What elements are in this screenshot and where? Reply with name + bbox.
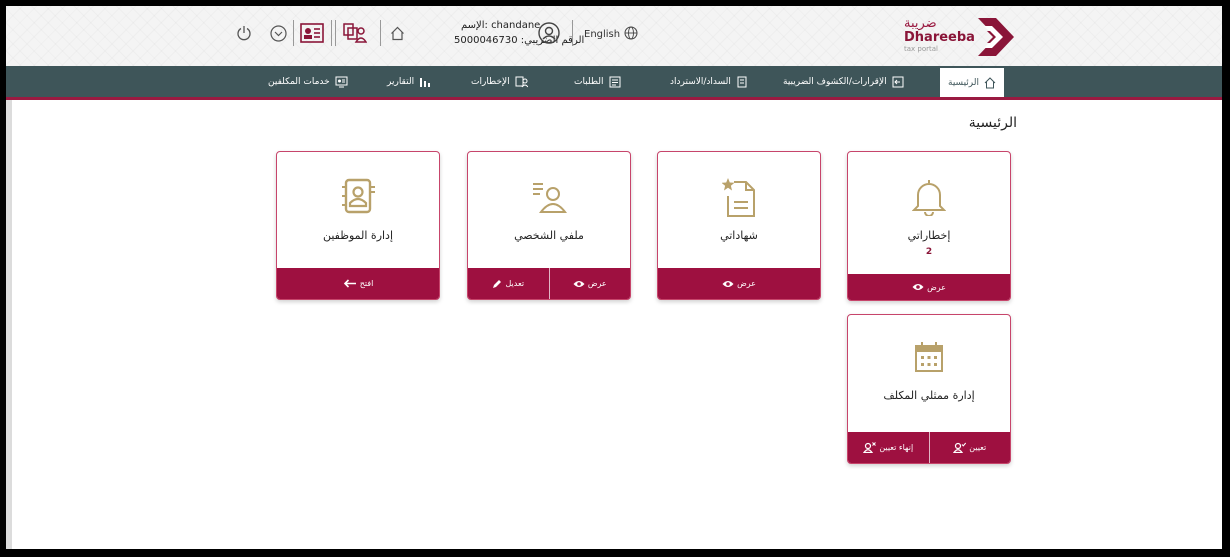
switch-user-icon[interactable] xyxy=(341,20,369,46)
language-label: English xyxy=(584,29,621,40)
chevron-down-icon[interactable] xyxy=(268,23,288,43)
card-title: إدارة الموظفين xyxy=(322,229,394,242)
end-assignment-button[interactable]: إنهاء تعيين xyxy=(848,432,929,463)
eye-icon xyxy=(722,280,734,287)
card-footer: إنهاء تعيين تعيين xyxy=(848,432,1010,463)
notifications-icon xyxy=(515,76,528,87)
eye-icon xyxy=(912,284,924,290)
view-notifications-button[interactable]: عرض xyxy=(848,274,1010,300)
divider xyxy=(331,20,332,46)
nav-item-notifications[interactable]: الإخطارات xyxy=(471,66,528,97)
remove-user-icon xyxy=(863,442,877,453)
button-label: افتح xyxy=(359,279,374,288)
calendar-icon xyxy=(848,341,1010,373)
nav-label: الطلبات xyxy=(574,76,604,87)
logo-english: Dhareeba xyxy=(904,30,975,45)
button-label: عرض xyxy=(737,279,756,288)
notification-count: 2 xyxy=(925,247,933,257)
nav-item-home[interactable]: الرئيسية xyxy=(940,68,1004,97)
user-avatar-icon[interactable] xyxy=(537,21,561,45)
nav-item-returns[interactable]: الإقرارات/الكشوف الضريبية xyxy=(783,66,904,97)
contact-card-icon[interactable] xyxy=(298,20,326,46)
card-footer: عرض xyxy=(658,268,820,299)
bell-icon xyxy=(848,178,1010,216)
button-label: إنهاء تعيين xyxy=(879,443,914,452)
nav-label: الرئيسية xyxy=(948,77,979,88)
view-profile-button[interactable]: عرض xyxy=(548,268,631,299)
card-title: إدارة ممثلي المكلف xyxy=(883,389,975,402)
user-name: الإسم: chandane xyxy=(461,20,541,31)
divider xyxy=(335,20,336,46)
card-title: شهاداتي xyxy=(720,229,758,242)
button-label: عرض xyxy=(587,279,607,288)
card-footer: تعديل عرض xyxy=(468,268,630,299)
reports-icon xyxy=(420,77,431,87)
dhareeba-logo[interactable]: ضريبة Dhareeba tax portal xyxy=(894,12,1024,62)
arrow-left-icon xyxy=(343,279,356,288)
globe-icon xyxy=(624,26,638,43)
employees-card: إدارة الموظفين افتح xyxy=(276,151,440,300)
divider xyxy=(293,20,294,46)
requests-icon xyxy=(609,76,621,87)
header: الإسم: chandane الرقم الضريبي: 500004673… xyxy=(6,6,1222,66)
notifications-card: إخطاراتي 2 عرض xyxy=(847,151,1011,301)
representatives-card: إدارة ممثلي المكلف إنهاء تعيين تعيين xyxy=(847,314,1011,464)
nav-item-requests[interactable]: الطلبات xyxy=(574,66,621,97)
home-icon xyxy=(984,76,996,88)
assign-button[interactable]: تعيين xyxy=(928,432,1011,463)
card-footer: افتح xyxy=(277,268,439,299)
card-title: إخطاراتي xyxy=(907,229,951,242)
tax-number: الرقم الضريبي: 5000046730 xyxy=(454,35,585,46)
certificate-icon xyxy=(658,176,820,218)
nav-label: الإقرارات/الكشوف الضريبية xyxy=(783,76,887,87)
logo-mark-icon xyxy=(978,18,1014,56)
address-book-icon xyxy=(277,178,439,214)
returns-icon xyxy=(892,76,904,87)
main-nav: الرئيسية الإقرارات/الكشوف الضريبية السدا… xyxy=(6,66,1222,100)
profile-icon xyxy=(468,180,630,214)
nav-item-reports[interactable]: التقارير xyxy=(387,66,431,97)
nav-item-taxpayer-services[interactable]: خدمات المكلفين xyxy=(268,66,348,97)
eye-icon xyxy=(573,280,585,287)
power-icon[interactable] xyxy=(234,23,254,43)
home-icon[interactable] xyxy=(388,24,406,42)
taxpayer-services-icon xyxy=(335,76,348,87)
edit-profile-button[interactable]: تعديل xyxy=(468,268,549,299)
profile-card: ملفي الشخصي تعديل عرض xyxy=(467,151,631,300)
language-toggle[interactable]: English xyxy=(584,26,638,43)
assign-user-icon xyxy=(953,442,967,453)
open-employees-button[interactable]: افتح xyxy=(277,268,439,299)
payment-icon xyxy=(737,76,747,87)
nav-label: الإخطارات xyxy=(471,76,510,87)
nav-item-payment[interactable]: السداد/الاسترداد xyxy=(670,66,748,97)
view-certificates-button[interactable]: عرض xyxy=(658,268,820,299)
logo-arabic: ضريبة xyxy=(904,16,937,31)
nav-label: السداد/الاسترداد xyxy=(670,76,731,87)
nav-label: خدمات المكلفين xyxy=(268,76,330,87)
card-footer: عرض xyxy=(848,274,1010,300)
scrollbar[interactable] xyxy=(6,100,12,549)
app-frame: الإسم: chandane الرقم الضريبي: 500004673… xyxy=(6,6,1222,549)
button-label: عرض xyxy=(927,282,946,292)
logo-tagline: tax portal xyxy=(904,45,938,53)
page-title: الرئيسية xyxy=(968,115,1017,131)
nav-label: التقارير xyxy=(387,76,415,87)
divider xyxy=(380,20,381,46)
button-label: تعديل xyxy=(505,279,525,288)
divider xyxy=(572,20,573,46)
button-label: تعيين xyxy=(969,443,987,452)
certificates-card: شهاداتي عرض xyxy=(657,151,821,300)
pencil-icon xyxy=(493,279,502,288)
card-title: ملفي الشخصي xyxy=(514,229,584,242)
